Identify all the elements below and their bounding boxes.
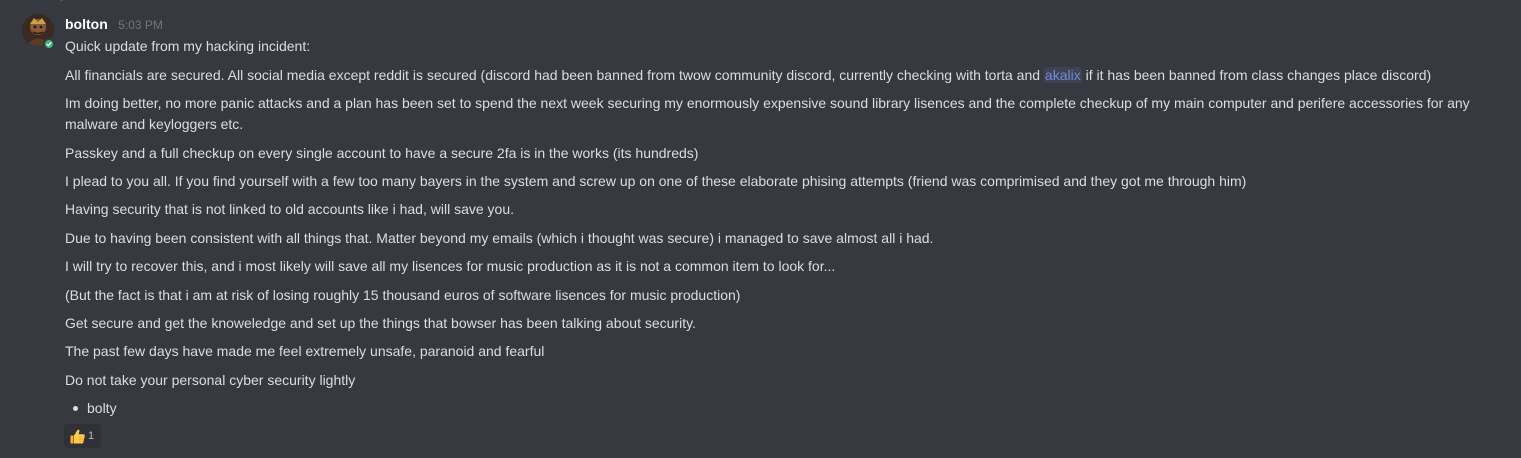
message-line: Im doing better, no more panic attacks a… [65,95,1470,132]
message-line: (But the fact is that i am at risk of lo… [65,287,741,303]
message-line: I plead to you all. If you find yourself… [65,173,1247,189]
username[interactable]: bolton [65,16,108,32]
message-line: Get secure and get the knoweledge and se… [65,315,696,331]
previous-message-quote [60,0,333,1]
message-header: bolton 5:03 PM [65,15,163,33]
message-text: if it has been banned from class changes… [1081,67,1432,83]
chat-view: bolton 5:03 PM Quick update from my hack… [0,0,1521,458]
message-line: Do not take your personal cyber security… [65,372,356,388]
avatar[interactable] [22,14,56,50]
message-line: Due to having been consistent with all t… [65,230,934,246]
message-line: I will try to recover this, and i most l… [65,258,836,274]
thumbs-up-icon [69,428,86,445]
online-status-icon [43,38,55,50]
message-line: Having security that is not linked to ol… [65,201,515,217]
reaction-count: 1 [88,430,95,442]
message-line: The past few days have made me feel extr… [65,343,545,359]
message-line: Quick update from my hacking incident: [65,38,311,54]
message-line: Passkey and a full checkup on every sing… [65,145,699,161]
message-text: All financials are secured. All social m… [65,67,1044,83]
message-line: All financials are secured. All social m… [65,65,1505,86]
bullet-point-icon [73,406,78,411]
user-mention[interactable]: akalix [1043,67,1082,83]
timestamp[interactable]: 5:03 PM [118,18,163,32]
bullet-item: bolty [87,400,117,416]
reaction-thumbs-up[interactable]: 1 [64,424,101,448]
